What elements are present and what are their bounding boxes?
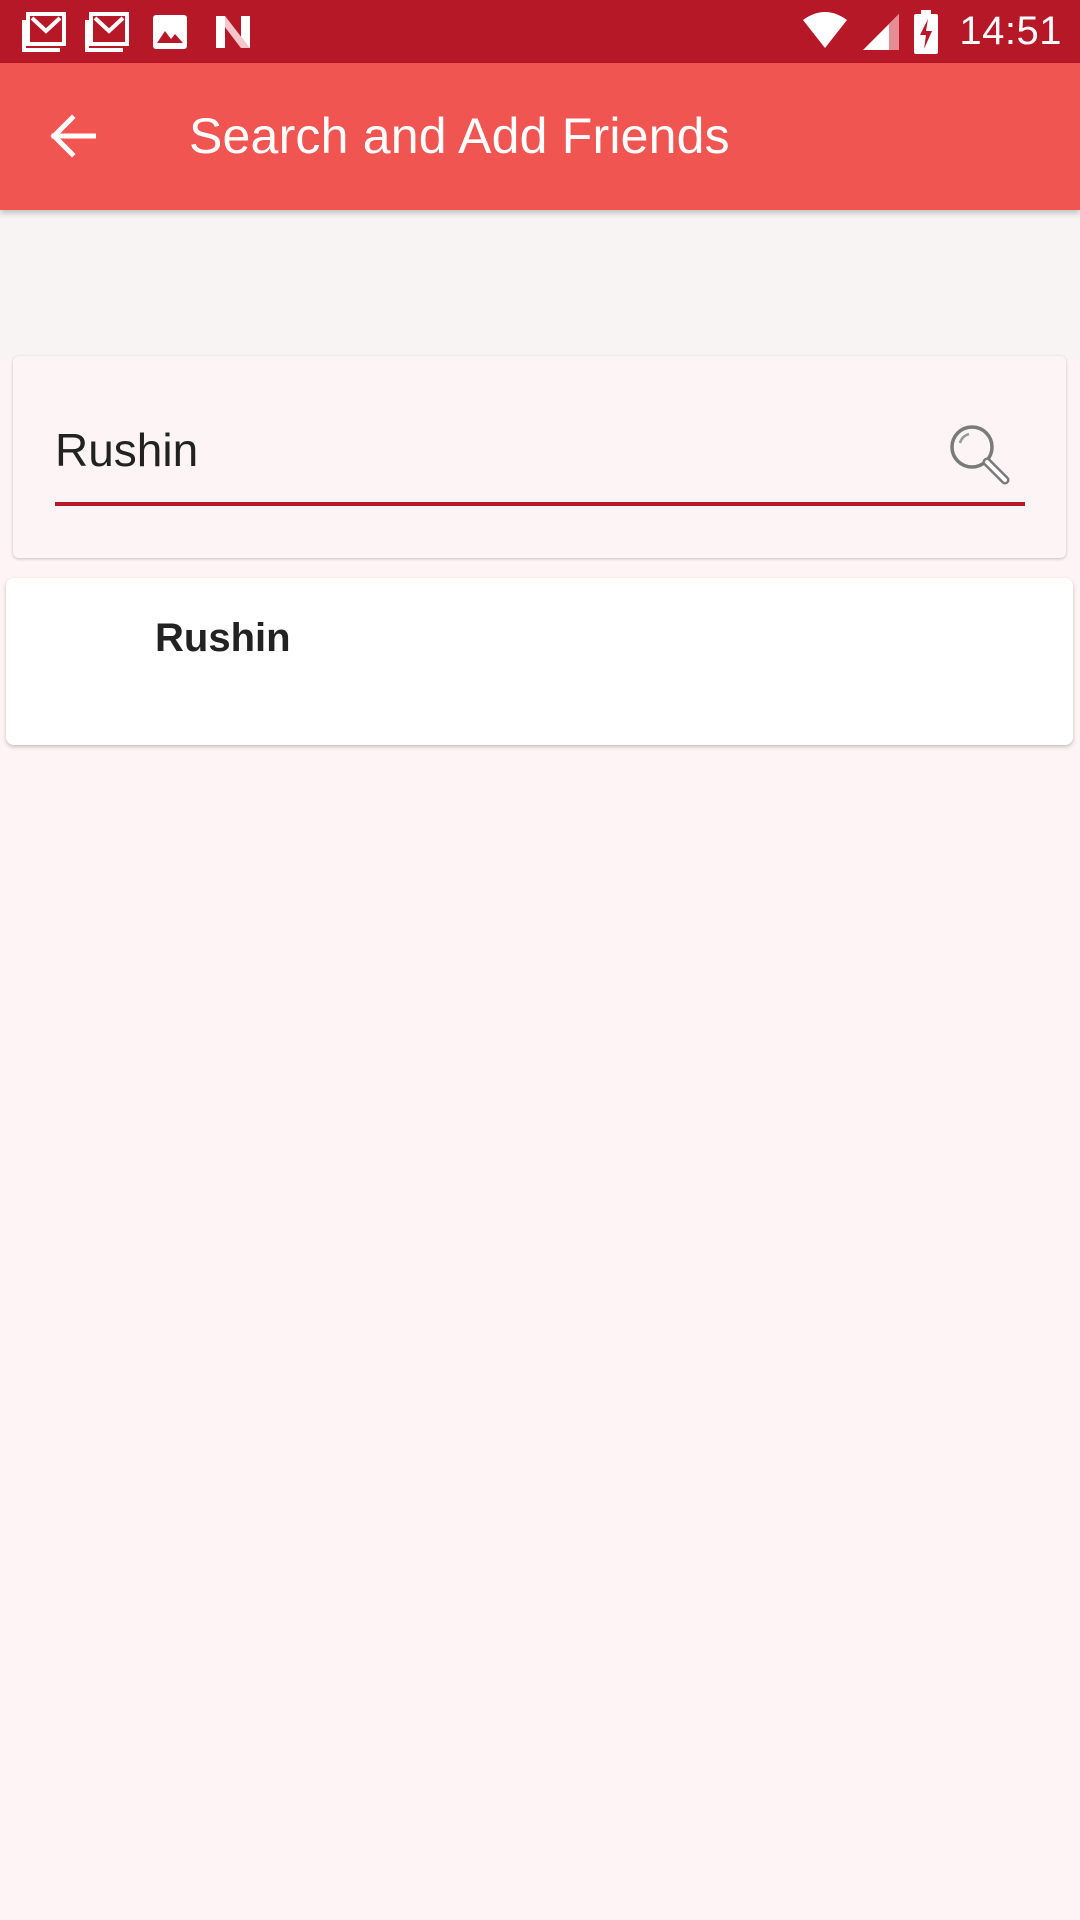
back-button[interactable]: [30, 96, 114, 180]
arrow-back-icon: [48, 113, 97, 163]
page-title: Search and Add Friends: [189, 108, 730, 164]
app-bar: Search and Add Friends: [0, 63, 1080, 210]
wifi-icon: [801, 11, 849, 52]
list-item[interactable]: Rushin: [6, 578, 1073, 745]
signal-icon: [861, 12, 901, 52]
image-icon: [148, 10, 192, 54]
gmail-icon: [85, 10, 129, 54]
system-icons: 14:51: [801, 0, 1062, 63]
status-bar: 14:51: [0, 0, 1080, 63]
magnifier-icon: [947, 422, 1011, 491]
clock: 14:51: [959, 9, 1062, 53]
gmail-icon: [22, 10, 66, 54]
search-input[interactable]: [55, 410, 955, 490]
search-button[interactable]: [941, 418, 1017, 494]
search-card: [13, 356, 1066, 558]
friend-name: Rushin: [155, 616, 291, 660]
header-spacer: [0, 210, 1080, 360]
n-app-icon: [211, 10, 255, 54]
search-underline: [55, 502, 1025, 506]
notification-icons: [22, 0, 255, 63]
battery-charging-icon: [913, 9, 939, 54]
